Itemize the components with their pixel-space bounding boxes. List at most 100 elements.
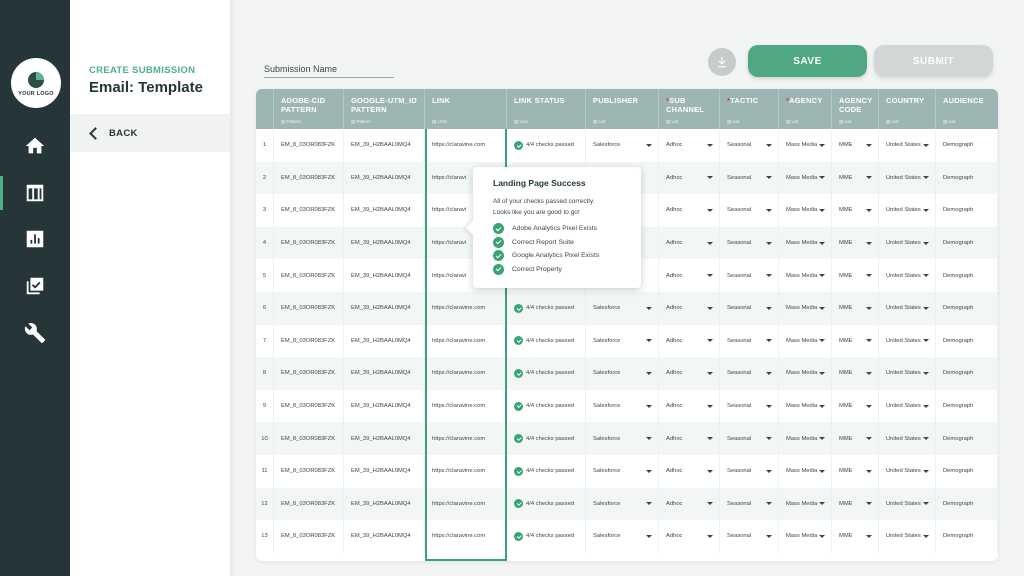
cell-publisher[interactable]: Salesforce xyxy=(586,520,659,553)
rail-item-reports[interactable] xyxy=(0,222,70,256)
cell-agency-code[interactable]: MME xyxy=(832,194,879,227)
cell-adobe[interactable]: EM_8_03OR083FZK xyxy=(274,520,344,553)
cell-publisher[interactable]: Salesforce xyxy=(586,129,659,162)
cell-status[interactable]: 4/4 checks passed xyxy=(507,422,586,455)
cell-link[interactable]: https://claravine.com xyxy=(425,389,507,423)
cell-audience[interactable]: Demograph xyxy=(936,161,998,195)
cell-adobe[interactable]: EM_8_03OR083FZK xyxy=(274,194,344,227)
cell-adobe[interactable]: EM_8_03OR083FZK xyxy=(274,129,344,162)
rail-item-settings[interactable] xyxy=(0,316,70,350)
rail-item-home[interactable] xyxy=(0,129,70,163)
cell-agency[interactable]: Mass Media xyxy=(779,292,832,325)
cell-audience[interactable]: Demograph xyxy=(936,455,998,488)
cell-google[interactable]: EM_39_H2BAAL0MQ4 xyxy=(344,357,425,390)
cell-status[interactable]: 4/4 checks passed xyxy=(507,129,586,162)
cell-tactic[interactable]: Seasonal xyxy=(720,422,779,455)
logo[interactable]: YOUR LOGO xyxy=(11,58,61,108)
cell-link[interactable]: https://claravine.com xyxy=(425,324,507,358)
cell-audience[interactable]: Demograph xyxy=(936,422,998,455)
cell-status[interactable]: 4/4 checks passed xyxy=(507,455,586,488)
cell-agency[interactable]: Mass Media xyxy=(779,520,832,553)
cell-agency-code[interactable]: MME xyxy=(832,389,879,423)
cell-agency-code[interactable]: MME xyxy=(832,520,879,553)
cell-agency[interactable]: Mass Media xyxy=(779,357,832,390)
back-button[interactable]: BACK xyxy=(70,114,230,152)
cell-sub-channel[interactable]: Adhoc xyxy=(659,389,720,423)
cell-country[interactable]: United States xyxy=(879,389,936,423)
cell-audience[interactable]: Demograph xyxy=(936,324,998,358)
cell-tactic[interactable]: Seasonal xyxy=(720,520,779,553)
cell-agency-code[interactable]: MME xyxy=(832,357,879,390)
cell-google[interactable]: EM_39_H2BAAL0MQ4 xyxy=(344,194,425,227)
cell-agency-code[interactable]: MME xyxy=(832,455,879,488)
cell-sub-channel[interactable]: Adhoc xyxy=(659,292,720,325)
cell-agency-code[interactable]: MME xyxy=(832,324,879,358)
cell-publisher[interactable]: Salesforce xyxy=(586,292,659,325)
cell-agency-code[interactable]: MME xyxy=(832,259,879,292)
cell-adobe[interactable]: EM_8_03OR083FZK xyxy=(274,226,344,260)
cell-audience[interactable]: Demograph xyxy=(936,226,998,260)
cell-link[interactable]: https://claravine.com xyxy=(425,422,507,455)
cell-agency[interactable]: Mass Media xyxy=(779,455,832,488)
cell-agency-code[interactable]: MME xyxy=(832,292,879,325)
cell-tactic[interactable]: Seasonal xyxy=(720,389,779,423)
cell-adobe[interactable]: EM_8_03OR083FZK xyxy=(274,357,344,390)
cell-status[interactable]: 4/4 checks passed xyxy=(507,389,586,423)
cell-sub-channel[interactable]: Adhoc xyxy=(659,455,720,488)
cell-tactic[interactable]: Seasonal xyxy=(720,226,779,260)
cell-audience[interactable]: Demograph xyxy=(936,194,998,227)
cell-sub-channel[interactable]: Adhoc xyxy=(659,259,720,292)
cell-sub-channel[interactable]: Adhoc xyxy=(659,161,720,195)
cell-country[interactable]: United States xyxy=(879,455,936,488)
cell-google[interactable]: EM_39_H2BAAL0MQ4 xyxy=(344,389,425,423)
cell-link[interactable]: https://claravine.com xyxy=(425,292,507,325)
cell-sub-channel[interactable]: Adhoc xyxy=(659,324,720,358)
cell-agency-code[interactable]: MME xyxy=(832,129,879,162)
cell-country[interactable]: United States xyxy=(879,487,936,521)
cell-agency[interactable]: Mass Media xyxy=(779,194,832,227)
cell-link[interactable]: https://claravine.com xyxy=(425,129,507,162)
cell-tactic[interactable]: Seasonal xyxy=(720,455,779,488)
cell-audience[interactable]: Demograph xyxy=(936,259,998,292)
cell-agency[interactable]: Mass Media xyxy=(779,487,832,521)
cell-sub-channel[interactable]: Adhoc xyxy=(659,422,720,455)
cell-tactic[interactable]: Seasonal xyxy=(720,129,779,162)
cell-adobe[interactable]: EM_8_03OR083FZK xyxy=(274,259,344,292)
cell-agency[interactable]: Mass Media xyxy=(779,161,832,195)
cell-country[interactable]: United States xyxy=(879,520,936,553)
cell-audience[interactable]: Demograph xyxy=(936,487,998,521)
cell-google[interactable]: EM_39_H2BAAL0MQ4 xyxy=(344,259,425,292)
cell-sub-channel[interactable]: Adhoc xyxy=(659,487,720,521)
column-header-audience[interactable]: AUDIENCE ▤ List xyxy=(936,89,998,129)
cell-link[interactable]: https://claravine.com xyxy=(425,455,507,488)
cell-country[interactable]: United States xyxy=(879,226,936,260)
submit-button[interactable]: SUBMIT xyxy=(874,45,993,77)
cell-tactic[interactable]: Seasonal xyxy=(720,292,779,325)
cell-country[interactable]: United States xyxy=(879,194,936,227)
cell-audience[interactable]: Demograph xyxy=(936,129,998,162)
cell-publisher[interactable]: Salesforce xyxy=(586,324,659,358)
cell-agency[interactable]: Mass Media xyxy=(779,389,832,423)
cell-country[interactable]: United States xyxy=(879,129,936,162)
cell-status[interactable]: 4/4 checks passed xyxy=(507,324,586,358)
cell-country[interactable]: United States xyxy=(879,422,936,455)
cell-publisher[interactable]: Salesforce xyxy=(586,455,659,488)
cell-google[interactable]: EM_39_H2BAAL0MQ4 xyxy=(344,487,425,521)
cell-country[interactable]: United States xyxy=(879,161,936,195)
cell-adobe[interactable]: EM_8_03OR083FZK xyxy=(274,455,344,488)
cell-google[interactable]: EM_39_H2BAAL0MQ4 xyxy=(344,324,425,358)
cell-tactic[interactable]: Seasonal xyxy=(720,324,779,358)
cell-agency-code[interactable]: MME xyxy=(832,161,879,195)
cell-google[interactable]: EM_39_H2BAAL0MQ4 xyxy=(344,422,425,455)
cell-link[interactable]: https://claravine.com xyxy=(425,357,507,390)
cell-link[interactable]: https://claravine.com xyxy=(425,520,507,553)
cell-tactic[interactable]: Seasonal xyxy=(720,194,779,227)
cell-google[interactable]: EM_39_H2BAAL0MQ4 xyxy=(344,161,425,195)
cell-country[interactable]: United States xyxy=(879,357,936,390)
column-header-status[interactable]: LINK STATUS ▤ Link xyxy=(507,89,586,129)
cell-agency-code[interactable]: MME xyxy=(832,422,879,455)
column-header-adobe[interactable]: ADOBE-CID PATTERN ▤ Pattern xyxy=(274,89,344,129)
cell-adobe[interactable]: EM_8_03OR083FZK xyxy=(274,389,344,423)
cell-sub-channel[interactable]: Adhoc xyxy=(659,129,720,162)
submission-name-input[interactable]: Submission Name xyxy=(264,62,394,78)
